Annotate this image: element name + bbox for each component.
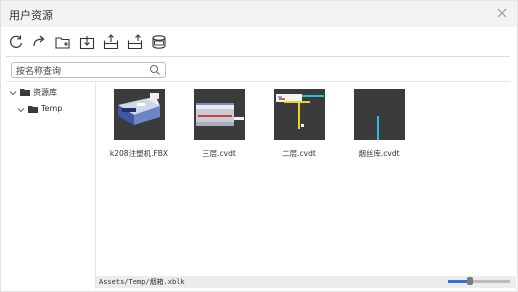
file-item[interactable]: 烟丝库.cvdt [339,84,419,162]
search-icon[interactable] [149,64,161,76]
folder-icon [20,89,30,96]
folder-icon [28,106,38,113]
file-item[interactable]: k208注塑机.FBX [99,84,179,162]
title-bar: 用户资源 [1,1,517,27]
search-placeholder: 按名称查询 [16,67,62,77]
file-name: 烟丝库.cvdt [358,149,400,158]
upload-icon[interactable] [126,33,144,51]
search-input[interactable]: 按名称查询 [11,62,166,78]
selected-path: Assets/Temp/烟箱.xblk [99,278,185,286]
window-title: 用户资源 [9,9,53,22]
toolbar [1,29,517,57]
search-divider [6,81,510,82]
zoom-slider-handle[interactable] [466,277,473,285]
new-folder-icon[interactable] [54,33,72,51]
redo-icon[interactable] [30,33,48,51]
file-thumbnail [354,89,405,140]
tree-item-library[interactable]: 资源库 [8,87,94,101]
file-grid: k208注塑机.FBX 三层.cvdt 二层.cvdt 烟丝库.cvdt [96,84,516,274]
import-icon[interactable] [78,33,96,51]
toolbar-divider [6,56,510,57]
tree-item-label: 资源库 [33,88,57,97]
file-thumbnail [114,89,165,140]
tree-item-temp[interactable]: Temp [16,104,94,118]
export-icon[interactable] [102,33,120,51]
chevron-down-icon[interactable] [16,105,26,115]
file-thumbnail [194,89,245,140]
zoom-slider[interactable] [448,277,510,285]
file-thumbnail [274,89,325,140]
file-item[interactable]: 二层.cvdt [259,84,339,162]
close-icon[interactable] [495,5,509,19]
tree-item-label: Temp [41,104,63,113]
database-icon[interactable] [150,33,168,51]
refresh-icon[interactable] [7,33,25,51]
file-item[interactable]: 三层.cvdt [179,84,259,162]
chevron-down-icon[interactable] [8,88,18,98]
